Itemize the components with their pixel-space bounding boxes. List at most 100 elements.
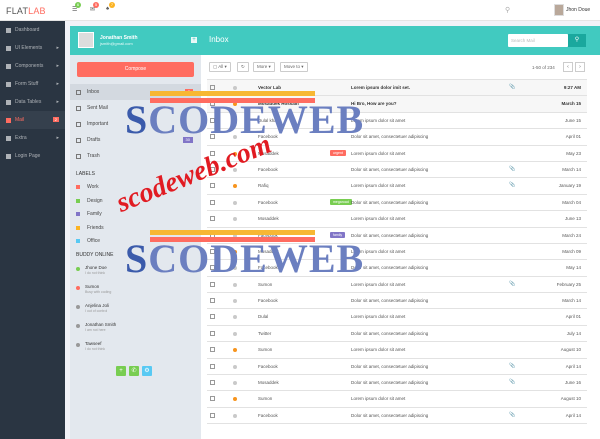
row-checkbox[interactable] <box>210 183 215 189</box>
prev-page-button[interactable]: ‹ <box>563 62 573 72</box>
mail-row[interactable]: Sumon Lorem ipsum dolor sit amet 📎 February… <box>207 277 587 294</box>
user-name[interactable]: Jhon Doue <box>566 7 590 13</box>
mail-row[interactable]: Mosaddek Lorem ipsum dolor sit amet June 1… <box>207 211 587 228</box>
sidebar-item-mail[interactable]: Mail 2 <box>0 111 65 129</box>
star-icon[interactable] <box>233 348 237 353</box>
row-checkbox[interactable] <box>210 396 215 402</box>
row-checkbox[interactable] <box>210 412 215 418</box>
status-dot <box>76 286 80 290</box>
mail-sender: Dulal <box>258 314 269 320</box>
row-checkbox[interactable] <box>210 199 215 205</box>
row-checkbox[interactable] <box>210 363 215 369</box>
search-button[interactable]: ⚲ <box>568 34 586 47</box>
more-dropdown[interactable]: More ▾ <box>253 62 275 72</box>
mail-row[interactable]: Dulal khan Lorem ipsum dolor sit amet June… <box>207 113 587 130</box>
row-checkbox[interactable] <box>210 150 215 156</box>
row-checkbox[interactable] <box>210 314 215 320</box>
row-checkbox[interactable] <box>210 166 215 172</box>
mail-row[interactable]: Facebook Dolor sit amet, consectetuer adi… <box>207 408 587 425</box>
row-checkbox[interactable] <box>210 380 215 386</box>
mail-row[interactable]: Facebook Dolor sit amet, consectetuer adi… <box>207 293 587 310</box>
mail-subject: Lorem ipsum dolor sit amet <box>351 248 406 254</box>
label-work[interactable]: Work <box>76 183 99 191</box>
mail-row[interactable]: Dulal Lorem ipsum dolor sit amet April 01 <box>207 309 587 326</box>
mail-row[interactable]: Sumon Lorem ipsum dolor sit amet August 10 <box>207 391 587 408</box>
phone-icon[interactable]: ✆ <box>129 366 139 376</box>
mail-row[interactable]: Sumon Lorem ipsum dolor sit amet August 10 <box>207 342 587 359</box>
sidebar-item-ui-elements[interactable]: UI Elements ▸ <box>0 39 65 57</box>
mail-row[interactable]: Twitter Dolor sit amet, consectetuer adip… <box>207 326 587 343</box>
search-icon[interactable]: ⚲ <box>505 6 510 14</box>
avatar[interactable] <box>554 4 564 16</box>
add-icon[interactable]: + <box>116 366 126 376</box>
label-friends[interactable]: Friends <box>76 224 104 232</box>
mail-row[interactable]: Mosaddek Dolor sit amet, consectetuer adi… <box>207 375 587 392</box>
folder-trash[interactable]: Trash <box>70 148 201 164</box>
label-design[interactable]: Design <box>76 197 103 205</box>
row-checkbox[interactable] <box>210 85 215 90</box>
sidebar-item-login-page[interactable]: Login Page <box>0 147 65 165</box>
sidebar-item-extra[interactable]: Extra ▸ <box>0 129 65 147</box>
star-icon[interactable] <box>233 118 237 123</box>
star-icon[interactable] <box>233 331 237 336</box>
star-icon[interactable] <box>233 135 237 140</box>
sidebar-item-dashboard[interactable]: Dashboard <box>0 21 65 39</box>
plus-icon[interactable]: + <box>191 37 197 43</box>
mail-row[interactable]: Mosaddek Lorem ipsum dolor sit amet March … <box>207 244 587 261</box>
row-checkbox[interactable] <box>210 248 215 254</box>
sidebar-item-components[interactable]: Components ▸ <box>0 57 65 75</box>
star-icon[interactable] <box>233 397 237 402</box>
mail-row[interactable]: Facebook megaroad Dolor sit amet, consecte… <box>207 195 587 212</box>
row-checkbox[interactable] <box>210 298 215 304</box>
star-icon[interactable] <box>233 364 237 369</box>
gear-icon[interactable]: ⚙ <box>142 366 152 376</box>
move-to-dropdown[interactable]: Move to ▾ <box>280 62 308 72</box>
row-checkbox[interactable] <box>210 347 215 353</box>
label-text: Office <box>87 238 100 244</box>
star-icon[interactable] <box>233 315 237 320</box>
search-mail-input[interactable]: Search Mail <box>508 34 568 47</box>
row-checkbox[interactable] <box>210 216 215 222</box>
label-family[interactable]: Family <box>76 210 102 218</box>
folder-drafts[interactable]: Drafts 30 <box>70 132 201 148</box>
compose-button[interactable]: Compose <box>77 62 194 77</box>
mail-date: March 09 <box>562 248 581 254</box>
star-icon[interactable] <box>233 151 237 156</box>
select-all-dropdown[interactable]: ▢ All ▾ <box>209 62 231 72</box>
mail-row[interactable]: Rafiq Lorem ipsum dolor sit amet 📎 January … <box>207 178 587 195</box>
mail-sender: Facebook <box>258 199 278 205</box>
row-checkbox[interactable] <box>210 134 215 140</box>
star-icon[interactable] <box>233 266 237 271</box>
refresh-button[interactable]: ↻ <box>237 62 249 72</box>
star-icon[interactable] <box>233 413 237 418</box>
mail-row[interactable]: Facebook Dolor sit amet, consectetuer adi… <box>207 260 587 277</box>
row-checkbox[interactable] <box>210 265 215 271</box>
mail-row[interactable]: Facebook Dolor sit amet, consectetuer adi… <box>207 129 587 146</box>
star-icon[interactable] <box>233 381 237 386</box>
mail-date: April 14 <box>565 363 581 369</box>
sidebar-item-data-tables[interactable]: Data Tables ▸ <box>0 93 65 111</box>
sidebar-item-form-stuff[interactable]: Form Stuff ▸ <box>0 75 65 93</box>
star-icon[interactable] <box>233 167 237 172</box>
star-icon[interactable] <box>233 217 237 222</box>
label-text: Design <box>87 197 103 204</box>
tasks-notification[interactable]: ☰ 6 <box>72 2 81 14</box>
star-icon[interactable] <box>233 86 237 90</box>
row-checkbox[interactable] <box>210 330 215 336</box>
mail-row[interactable]: Facebook Dolor sit amet, consectetuer adi… <box>207 359 587 376</box>
bell-notification[interactable]: ♠ 7 <box>106 2 115 14</box>
next-page-button[interactable]: › <box>575 62 585 72</box>
row-checkbox[interactable] <box>210 117 215 123</box>
star-icon[interactable] <box>233 200 237 205</box>
star-icon[interactable] <box>233 184 237 189</box>
row-checkbox[interactable] <box>210 281 215 287</box>
star-icon[interactable] <box>233 249 237 254</box>
brand-logo[interactable]: FLATLAB <box>6 6 46 16</box>
folder-important[interactable]: Important <box>70 116 201 132</box>
star-icon[interactable] <box>233 282 237 287</box>
envelope-notification[interactable]: ✉ 5 <box>90 2 99 14</box>
label-office[interactable]: Office <box>76 237 100 245</box>
star-icon[interactable] <box>233 299 237 304</box>
mail-row[interactable]: Facebook Dolor sit amet, consectetuer adi… <box>207 162 587 179</box>
mail-row[interactable]: Mosaddek urgent Lorem ipsum dolor sit amet… <box>207 146 587 162</box>
